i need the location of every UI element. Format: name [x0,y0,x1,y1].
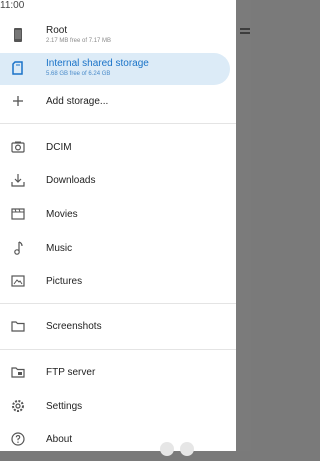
status-bar: 11:00 [0,0,236,15]
folder-label: Pictures [46,276,83,287]
storage-detail: 5.68 GB free of 6.24 GB [46,71,111,77]
gear-icon [10,398,26,414]
folder-item-music[interactable]: Music [0,233,236,265]
folder-label: Screenshots [46,321,102,332]
download-icon [10,172,26,188]
background-fab-shapes [160,442,200,461]
help-icon [10,431,26,447]
about-item[interactable]: About [0,424,236,456]
camera-icon [10,139,26,155]
ftp-server-icon [10,364,26,380]
folder-icon [10,318,26,334]
storage-detail: 2.17 MB free of 7.17 MB [46,38,112,44]
folder-item-screenshots[interactable]: Screenshots [0,311,236,343]
folder-label: Downloads [46,175,96,186]
folder-item-dcim[interactable]: DCIM [0,132,236,164]
image-icon [10,273,26,289]
folder-item-movies[interactable]: Movies [0,199,236,231]
settings-label: Settings [46,401,83,412]
add-storage-item[interactable]: Add storage... [0,86,236,118]
overflow-menu-icon [240,28,250,38]
folder-label: Movies [46,209,78,220]
folder-label: Music [46,243,73,254]
music-note-icon [10,240,26,256]
storage-item-internal[interactable]: Internal shared storage 5.68 GB free of … [0,53,230,85]
about-label: About [46,434,73,445]
settings-item[interactable]: Settings [0,391,236,423]
ftp-server-item[interactable]: FTP server [0,357,236,389]
navigation-drawer: Root 2.17 MB free of 7.17 MB Internal sh… [0,0,236,456]
sd-card-icon [10,60,26,76]
divider [0,349,236,350]
divider [0,123,236,124]
plus-icon [10,93,26,109]
divider [0,303,236,304]
ftp-server-label: FTP server [46,367,96,378]
status-time: 11:00 [0,0,25,11]
folder-item-downloads[interactable]: Downloads [0,165,236,197]
storage-name: Internal shared storage [46,58,149,69]
movie-icon [10,206,26,222]
storage-item-root[interactable]: Root 2.17 MB free of 7.17 MB [0,20,236,52]
phone-icon [10,27,26,43]
storage-name: Root [46,25,68,36]
drawer-scrim[interactable] [236,0,251,451]
folder-item-pictures[interactable]: Pictures [0,266,236,298]
add-storage-label: Add storage... [46,96,109,107]
folder-label: DCIM [46,142,72,153]
